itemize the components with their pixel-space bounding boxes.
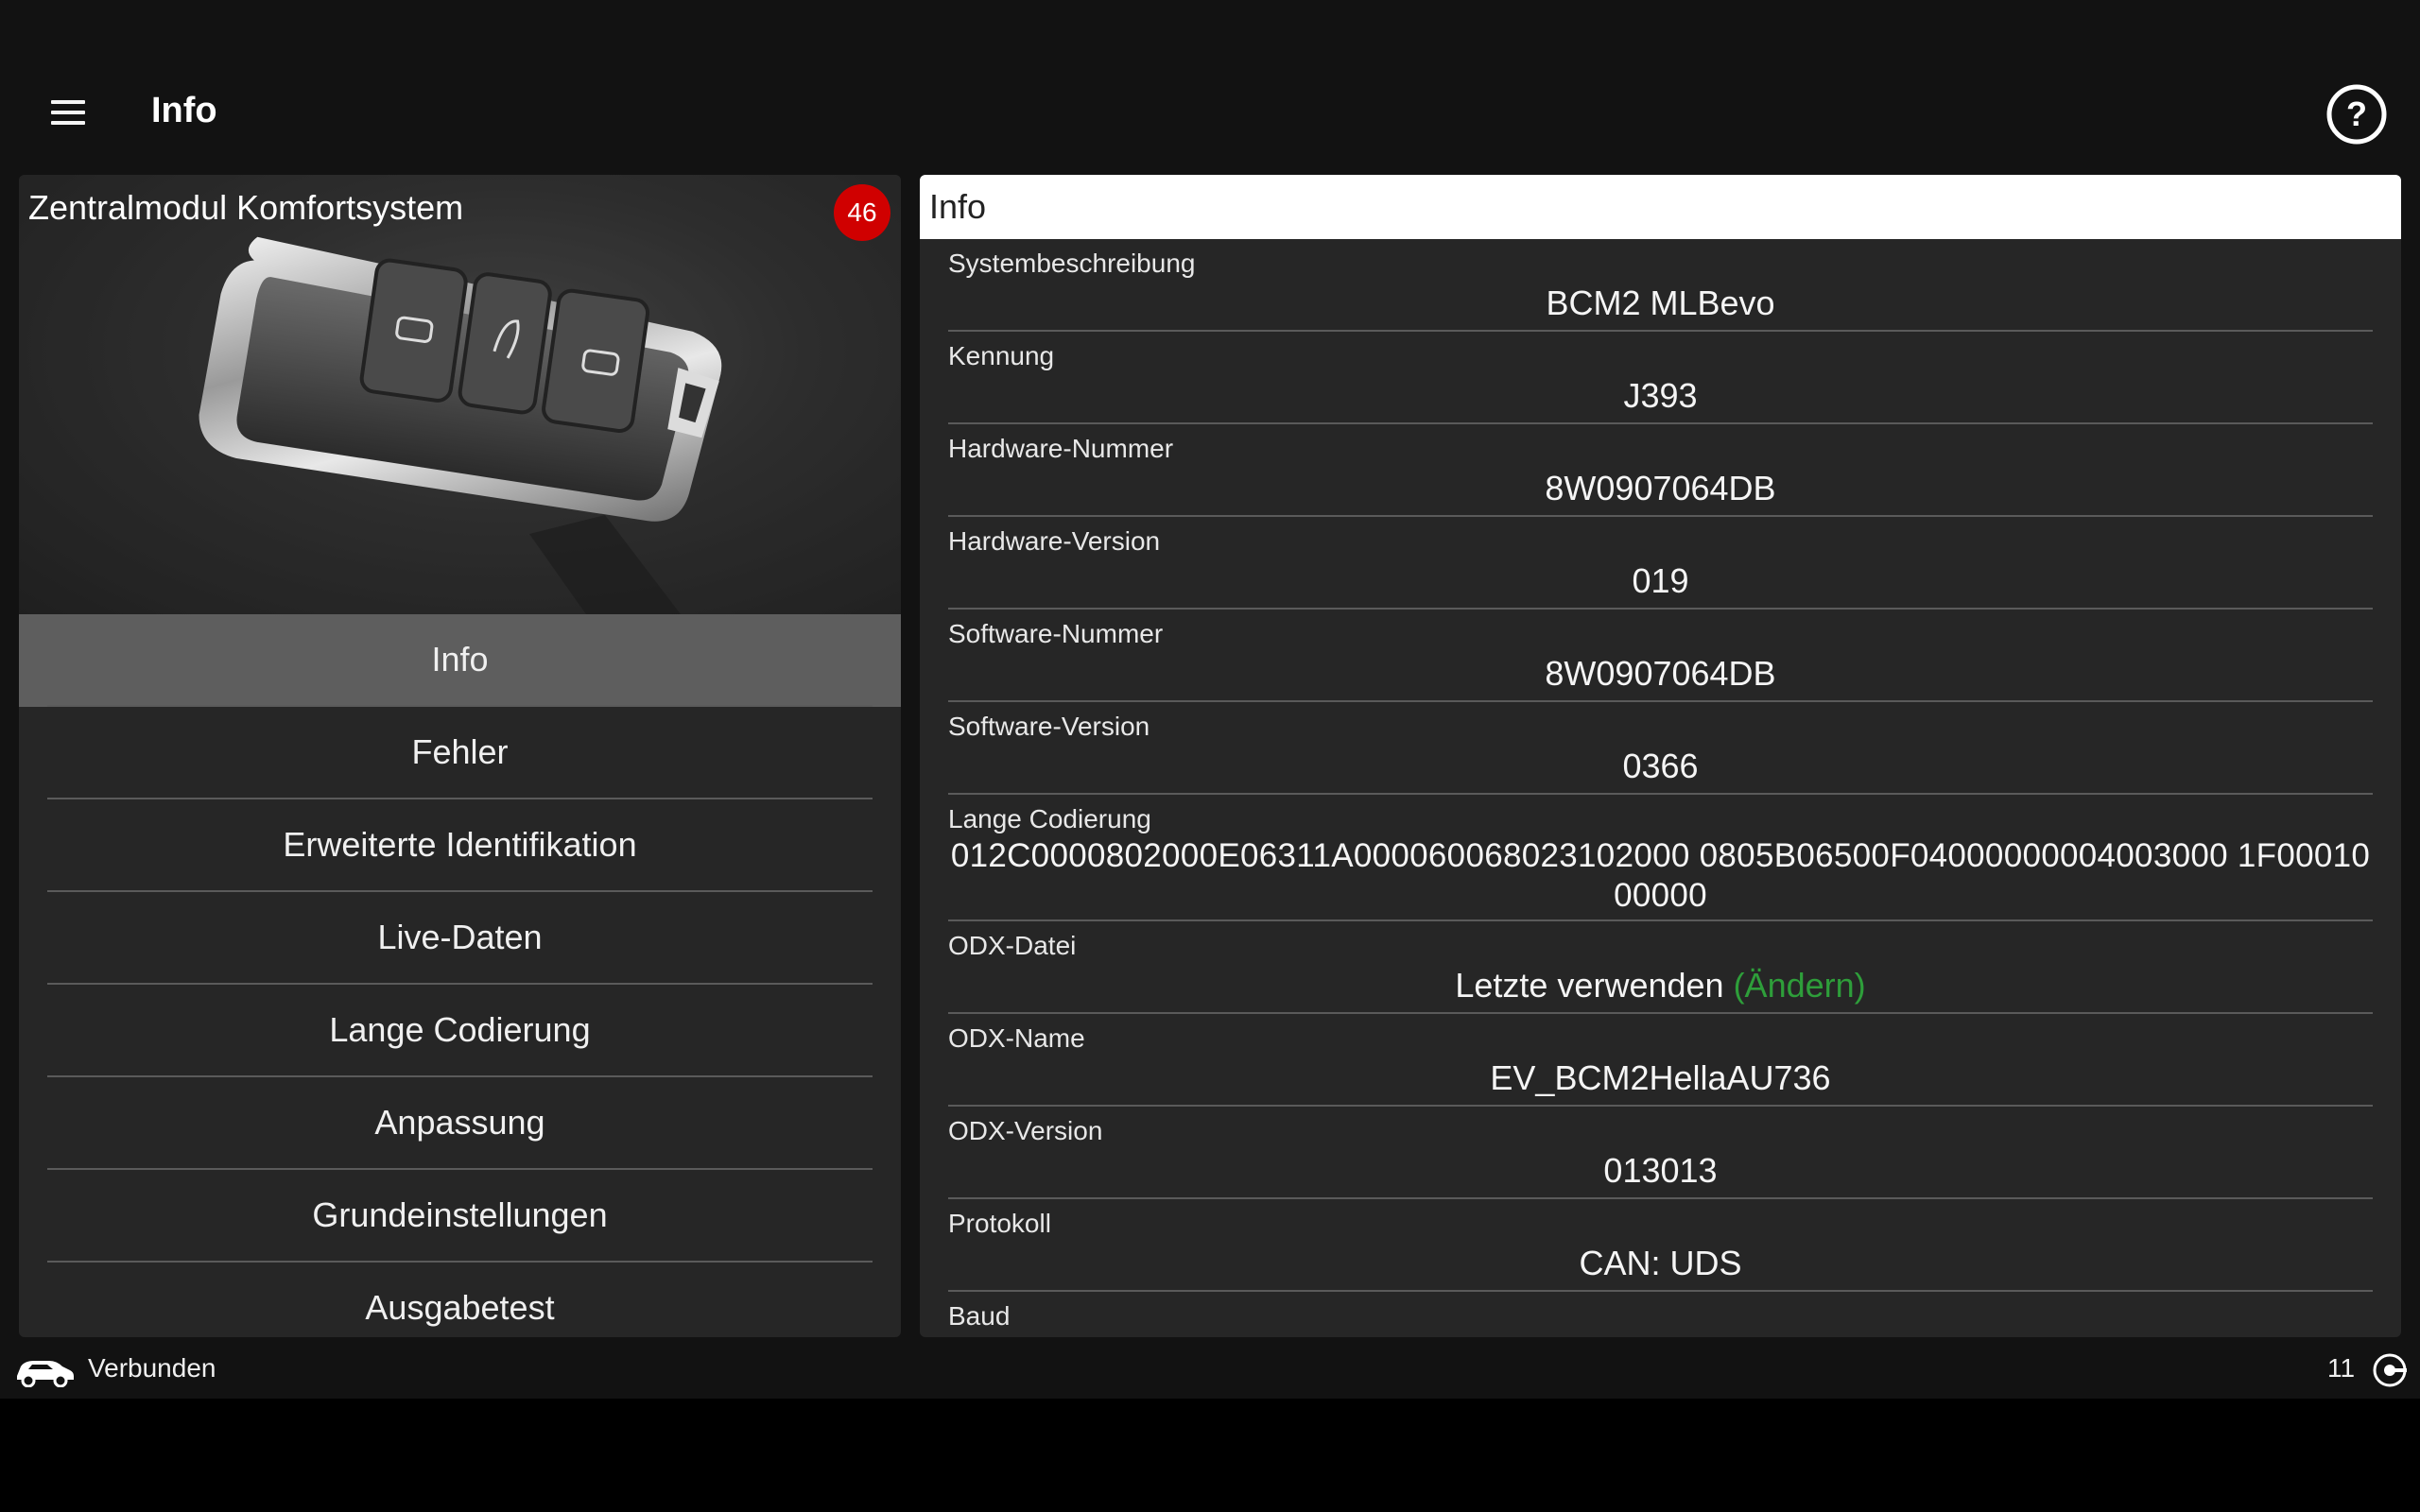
info-value: 0366: [1622, 747, 1699, 785]
info-value: Letzte verwenden (Ändern): [948, 963, 2373, 1008]
nav-item-grundeinstellungen[interactable]: Grundeinstellungen: [19, 1170, 901, 1263]
info-value: EV_BCM2HellaAU736: [1490, 1058, 1831, 1097]
svg-text:?: ?: [2346, 94, 2367, 133]
help-circle-icon[interactable]: ?: [2325, 83, 2388, 146]
odx-file-value: Letzte verwenden: [1455, 966, 1724, 1005]
info-label: Software-Nummer: [948, 619, 1164, 648]
info-panel: Info Systembeschreibung BCM2 MLBevo Kenn…: [920, 175, 2401, 1337]
hamburger-menu-icon[interactable]: [43, 91, 93, 134]
info-row-protokoll: Protokoll CAN: UDS: [948, 1199, 2373, 1292]
info-row-hardware-nummer: Hardware-Nummer 8W0907064DB: [948, 424, 2373, 517]
info-label: Hardware-Nummer: [948, 434, 1174, 463]
page-title: Info: [151, 91, 217, 130]
nav-item-lange-codierung[interactable]: Lange Codierung: [19, 985, 901, 1077]
info-row-odx-datei: ODX-Datei Letzte verwenden (Ändern): [948, 921, 2373, 1014]
nav-item-erweiterte-identifikation[interactable]: Erweiterte Identifikation: [19, 799, 901, 892]
module-panel: Zentralmodul Komfortsystem 46 Info Fehle…: [19, 175, 901, 1337]
info-row-odx-name: ODX-Name EV_BCM2HellaAU736: [948, 1014, 2373, 1107]
nav-item-live-daten[interactable]: Live-Daten: [19, 892, 901, 985]
info-row-lange-codierung: Lange Codierung 012C0000802000E06311A000…: [948, 795, 2373, 921]
app-bar: Info ?: [0, 0, 2420, 170]
info-label: Lange Codierung: [948, 804, 1151, 833]
info-value: 8W0907064DB: [1545, 469, 1776, 507]
nav-item-info[interactable]: Info: [19, 614, 901, 707]
info-label: Systembeschreibung: [948, 249, 1196, 278]
menu-line: [51, 111, 85, 114]
info-label: ODX-Datei: [948, 931, 1077, 960]
info-row-hardware-version: Hardware-Version 019: [948, 517, 2373, 610]
info-label: Hardware-Version: [948, 526, 1161, 556]
function-menu: Info Fehler Erweiterte Identifikation Li…: [19, 614, 901, 1337]
info-value: 8W0907064DB: [1545, 654, 1776, 693]
info-panel-header: Info: [920, 175, 2401, 239]
info-row-software-nummer: Software-Nummer 8W0907064DB: [948, 610, 2373, 702]
info-row-systembeschreibung: Systembeschreibung BCM2 MLBevo: [948, 239, 2373, 332]
info-list: Systembeschreibung BCM2 MLBevo Kennung J…: [920, 239, 2401, 1337]
info-row-baud: Baud: [948, 1292, 2373, 1337]
system-nav-area: [0, 1399, 2420, 1512]
error-count-badge: 46: [834, 184, 890, 241]
menu-line: [51, 100, 85, 104]
info-label: Protokoll: [948, 1209, 1051, 1238]
module-image: Zentralmodul Komfortsystem 46: [19, 175, 901, 614]
info-label: ODX-Version: [948, 1116, 1103, 1145]
info-value: 019: [1632, 561, 1689, 600]
info-label: ODX-Name: [948, 1023, 1085, 1053]
info-value: J393: [1623, 376, 1698, 415]
connection-count: 11: [2327, 1353, 2356, 1383]
info-row-software-version: Software-Version 0366: [948, 702, 2373, 795]
info-value: BCM2 MLBevo: [1546, 284, 1775, 322]
car-icon: [13, 1353, 76, 1392]
nav-item-ausgabetest[interactable]: Ausgabetest: [19, 1263, 901, 1337]
change-odx-link[interactable]: (Ändern): [1734, 966, 1866, 1005]
connection-icon[interactable]: [2371, 1351, 2409, 1394]
info-label: Kennung: [948, 341, 1055, 370]
menu-line: [51, 121, 85, 125]
info-row-odx-version: ODX-Version 013013: [948, 1107, 2373, 1199]
info-value-coding: 012C0000802000E06311A000060068023102000 …: [950, 837, 2371, 914]
info-value: 013013: [1603, 1151, 1718, 1190]
nav-item-anpassung[interactable]: Anpassung: [19, 1077, 901, 1170]
nav-item-fehler[interactable]: Fehler: [19, 707, 901, 799]
info-label: Baud: [948, 1301, 1011, 1331]
info-row-kennung: Kennung J393: [948, 332, 2373, 424]
status-bar: Verbunden 11: [0, 1342, 2420, 1399]
car-key-fob-photo: [19, 175, 901, 614]
connection-status: Verbunden: [88, 1353, 216, 1383]
info-value: CAN: UDS: [1579, 1244, 1742, 1282]
info-label: Software-Version: [948, 712, 1150, 741]
module-title: Zentralmodul Komfortsystem: [28, 188, 464, 227]
